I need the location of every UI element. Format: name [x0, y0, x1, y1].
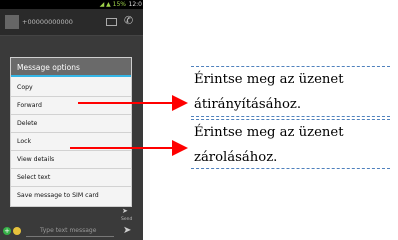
forward-arrow-head [172, 95, 188, 111]
callout-forward-line1: Érintse meg az üzenet [194, 72, 344, 87]
callout-forward-line2: átirányításához. [194, 97, 302, 112]
callout-lock-line1: Érintse meg az üzenet [194, 125, 344, 140]
callout-lock-line2: zárolásához. [194, 150, 278, 165]
callout-lock: Érintse meg az üzenet zárolásához. [191, 119, 390, 169]
lock-arrow-head [172, 140, 188, 156]
callout-forward: Érintse meg az üzenet átirányításához. [191, 66, 390, 117]
